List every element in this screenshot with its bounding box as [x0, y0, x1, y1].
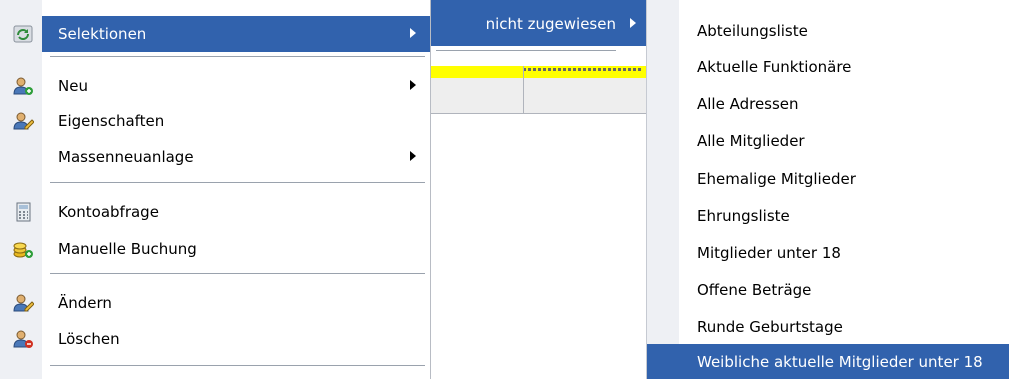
menu-item-manuelle-buchung[interactable]: Manuelle Buchung — [0, 231, 430, 267]
submenu-item-offene-betraege[interactable]: Offene Beträge — [647, 271, 1009, 308]
user-edit-icon — [13, 112, 34, 130]
submenu-item-label: Alle Mitglieder — [697, 132, 805, 150]
menu-item-massenneuanlage[interactable]: Massenneuanlage — [0, 139, 430, 175]
menu-item-neu[interactable]: Neu — [0, 68, 430, 104]
menu-item-label: Ändern — [58, 294, 112, 312]
menu-item-eigenschaften[interactable]: Eigenschaften — [0, 103, 430, 139]
menu-separator — [50, 365, 425, 367]
menu-item-label: Eigenschaften — [58, 112, 165, 130]
menu-item-label: nicht zugewiesen — [485, 15, 616, 33]
submenu-item-label: Aktuelle Funktionäre — [697, 58, 852, 76]
grid-line — [436, 50, 616, 51]
menu-item-selektionen[interactable]: Selektionen — [0, 16, 430, 52]
menu-item-label: Löschen — [58, 330, 120, 348]
coins-add-icon — [13, 242, 33, 258]
submenu-item-mitglieder-unter-18[interactable]: Mitglieder unter 18 — [647, 234, 1009, 271]
menu-item-label: Kontoabfrage — [58, 203, 159, 221]
submenu-arrow-icon — [410, 80, 416, 90]
submenu-item-label: Abteilungsliste — [697, 22, 808, 40]
refresh-icon — [13, 25, 33, 43]
calculator-icon — [16, 202, 31, 222]
submenu-item-label: Weibliche aktuelle Mitglieder unter 18 — [697, 353, 983, 371]
context-menu: Selektionen Neu Eigenschaften Massenneua… — [0, 0, 430, 379]
menu-item-label: Neu — [58, 77, 88, 95]
submenu-item-alle-adressen[interactable]: Alle Adressen — [647, 85, 1009, 122]
submenu-item-ehemalige-mitglieder[interactable]: Ehemalige Mitglieder — [647, 160, 1009, 197]
submenu-item-weibliche-aktuelle-mitglieder-unter-18[interactable]: Weibliche aktuelle Mitglieder unter 18 — [647, 344, 1009, 379]
menu-item-nicht-zugewiesen[interactable]: nicht zugewiesen — [431, 0, 646, 46]
menu-item-label: Manuelle Buchung — [58, 240, 197, 258]
menu-item-loeschen[interactable]: Löschen — [0, 321, 430, 357]
submenu-item-alle-mitglieder[interactable]: Alle Mitglieder — [647, 122, 1009, 159]
user-delete-icon — [13, 330, 33, 348]
menu-item-aendern[interactable]: Ändern — [0, 285, 430, 321]
grid-row — [431, 78, 646, 114]
submenu-arrow-icon — [630, 18, 636, 28]
menu-border — [430, 0, 431, 379]
grid-column-divider — [523, 66, 524, 113]
submenu-item-label: Offene Beträge — [697, 281, 812, 299]
submenu-item-label: Mitglieder unter 18 — [697, 244, 841, 262]
submenu-item-label: Ehemalige Mitglieder — [697, 170, 856, 188]
selection-submenu: Abteilungsliste Aktuelle Funktionäre All… — [646, 0, 1009, 379]
submenu-item-label: Ehrungsliste — [697, 207, 790, 225]
submenu-item-label: Alle Adressen — [697, 95, 799, 113]
menu-separator — [50, 56, 425, 58]
submenu-item-aktuelle-funktionaere[interactable]: Aktuelle Funktionäre — [647, 48, 1009, 85]
menu-item-label: Massenneuanlage — [58, 148, 194, 166]
background-grid — [431, 0, 646, 379]
grid-highlight-row — [431, 66, 646, 78]
submenu-item-label: Runde Geburtstage — [697, 318, 843, 336]
user-add-icon — [13, 77, 33, 95]
submenu-arrow-icon — [410, 151, 416, 161]
submenu-arrow-icon — [410, 28, 416, 38]
submenu-item-runde-geburtstage[interactable]: Runde Geburtstage — [647, 308, 1009, 345]
submenu-item-abteilungsliste[interactable]: Abteilungsliste — [647, 12, 1009, 49]
submenu-item-ehrungsliste[interactable]: Ehrungsliste — [647, 197, 1009, 234]
user-edit-icon — [13, 294, 34, 312]
grid-cell-text-fragment — [523, 68, 643, 71]
menu-item-label: Selektionen — [58, 25, 147, 43]
menu-item-kontoabfrage[interactable]: Kontoabfrage — [0, 194, 430, 230]
menu-separator — [50, 273, 425, 275]
menu-separator — [50, 182, 425, 184]
